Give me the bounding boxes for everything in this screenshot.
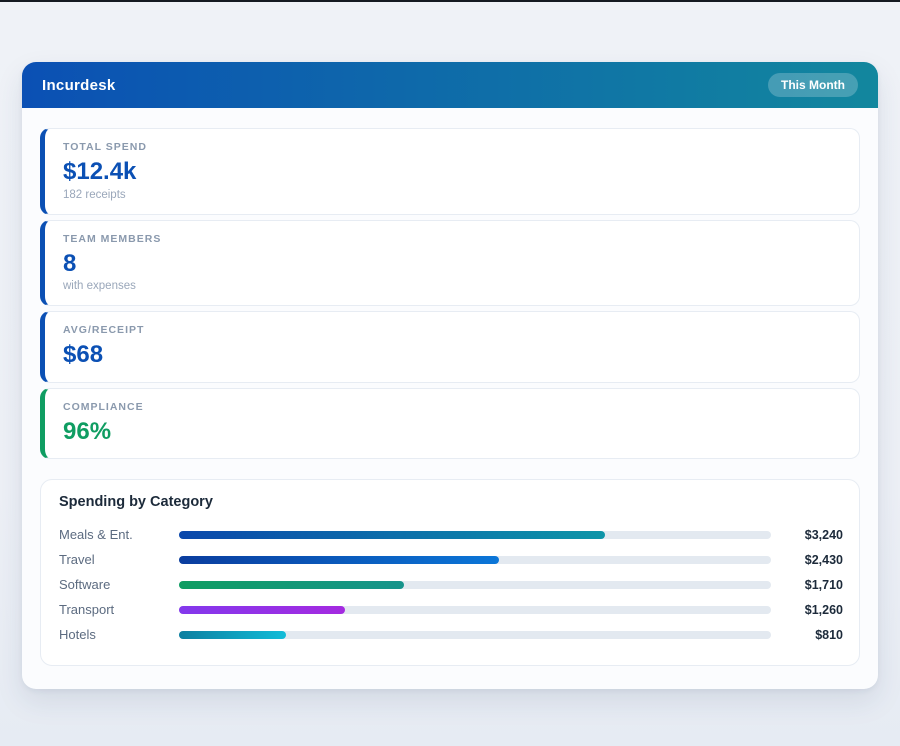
stat-card-compliance: COMPLIANCE 96% — [40, 388, 860, 460]
bar-fill — [179, 556, 499, 564]
stat-card-team-members: TEAM MEMBERS 8 with expenses — [40, 220, 860, 307]
chart-title: Spending by Category — [59, 494, 843, 510]
bar-fill — [179, 606, 345, 614]
stat-label: AVG/RECEIPT — [63, 324, 841, 336]
bar-track — [179, 606, 771, 614]
value-label: $1,710 — [771, 578, 843, 592]
stat-value: 8 — [63, 250, 841, 278]
bar-track — [179, 631, 771, 639]
value-label: $2,430 — [771, 553, 843, 567]
value-label: $810 — [771, 628, 843, 642]
stat-value: $68 — [63, 341, 841, 369]
category-label: Hotels — [59, 627, 179, 642]
stat-subtext: with expenses — [63, 280, 841, 292]
stat-label: TOTAL SPEND — [63, 141, 841, 153]
stat-label: TEAM MEMBERS — [63, 233, 841, 245]
stat-card-avg-receipt: AVG/RECEIPT $68 — [40, 311, 860, 383]
chart-row-hotels: Hotels $810 — [59, 622, 843, 647]
chart-row-travel: Travel $2,430 — [59, 547, 843, 572]
panel-content: TOTAL SPEND $12.4k 182 receipts TEAM MEM… — [22, 108, 878, 689]
app-title: Incurdesk — [42, 77, 116, 94]
screen-top-edge — [0, 0, 900, 2]
bar-track — [179, 531, 771, 539]
period-selector-badge[interactable]: This Month — [768, 73, 858, 97]
dashboard-panel: Incurdesk This Month TOTAL SPEND $12.4k … — [22, 62, 878, 689]
bar-track — [179, 556, 771, 564]
stat-subtext: 182 receipts — [63, 189, 841, 201]
stat-card-total-spend: TOTAL SPEND $12.4k 182 receipts — [40, 128, 860, 215]
category-label: Transport — [59, 602, 179, 617]
value-label: $3,240 — [771, 528, 843, 542]
category-label: Meals & Ent. — [59, 527, 179, 542]
value-label: $1,260 — [771, 603, 843, 617]
spending-by-category-chart: Spending by Category Meals & Ent. $3,240… — [40, 479, 860, 666]
stat-label: COMPLIANCE — [63, 401, 841, 413]
stat-value: 96% — [63, 418, 841, 446]
chart-row-meals: Meals & Ent. $3,240 — [59, 522, 843, 547]
chart-row-transport: Transport $1,260 — [59, 597, 843, 622]
bar-fill — [179, 531, 605, 539]
app-header: Incurdesk This Month — [22, 62, 878, 108]
bar-track — [179, 581, 771, 589]
category-label: Travel — [59, 552, 179, 567]
category-label: Software — [59, 577, 179, 592]
stat-value: $12.4k — [63, 158, 841, 186]
bar-fill — [179, 581, 404, 589]
chart-row-software: Software $1,710 — [59, 572, 843, 597]
bar-fill — [179, 631, 286, 639]
